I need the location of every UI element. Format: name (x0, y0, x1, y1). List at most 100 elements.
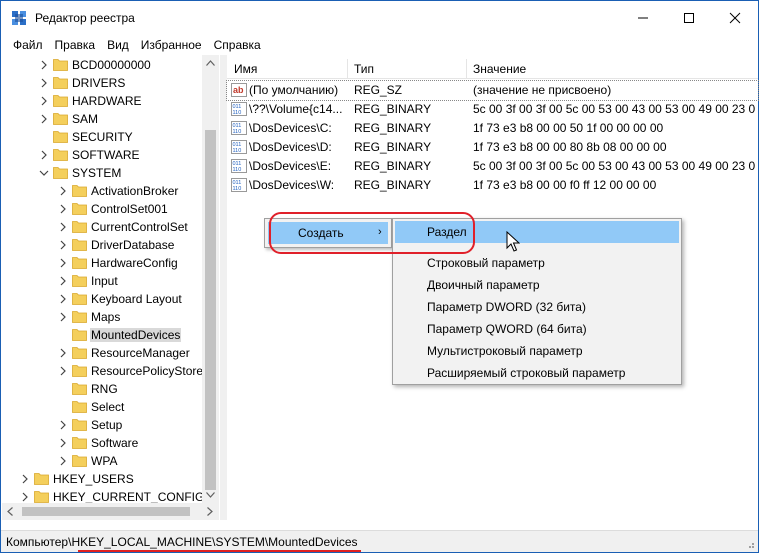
tree-item[interactable]: ResourcePolicyStore (2, 362, 202, 380)
chevron-right-icon[interactable] (58, 275, 68, 287)
submenu-item-label: Двоичный параметр (427, 278, 540, 292)
context-menu-new[interactable]: Создать › (268, 222, 388, 244)
submenu-item[interactable]: Раздел (395, 221, 679, 243)
submenu-item[interactable]: Расширяемый строковый параметр (395, 362, 679, 384)
menu-edit[interactable]: Правка (49, 35, 102, 55)
value-row[interactable]: 011 110 \DosDevices\W: REG_BINARY 1f 73 e3 b… (227, 176, 758, 195)
chevron-right-icon[interactable] (58, 311, 68, 323)
chevron-right-icon[interactable] (58, 419, 68, 431)
tree-item[interactable]: Input (2, 272, 202, 290)
chevron-right-icon[interactable] (58, 365, 68, 377)
folder-icon (72, 221, 87, 233)
scroll-down-arrow-icon[interactable] (206, 492, 215, 498)
chevron-right-icon[interactable] (58, 455, 68, 467)
tree-item[interactable]: ActivationBroker (2, 182, 202, 200)
tree-item[interactable]: WPA (2, 452, 202, 470)
tree-vertical-scrollbar[interactable] (202, 55, 219, 503)
chevron-right-icon[interactable] (58, 293, 68, 305)
chevron-right-icon[interactable] (58, 257, 68, 269)
tree-item[interactable]: Keyboard Layout (2, 290, 202, 308)
annotation-underline (78, 550, 361, 552)
title-bar[interactable]: Редактор реестра (1, 1, 758, 35)
chevron-right-icon[interactable] (39, 95, 49, 107)
submenu-arrow-icon: › (378, 226, 382, 238)
value-row[interactable]: 011 110 \DosDevices\C: REG_BINARY 1f 73 e3 b… (227, 119, 758, 138)
tree-item[interactable]: SECURITY (2, 128, 202, 146)
value-row[interactable]: 011 110 \DosDevices\E: REG_BINARY 5c 00 3f 0… (227, 157, 758, 176)
menu-view[interactable]: Вид (101, 35, 135, 55)
chevron-right-icon[interactable] (39, 149, 49, 161)
tree-item[interactable]: DRIVERS (2, 74, 202, 92)
tree-item[interactable]: ControlSet001 (2, 200, 202, 218)
chevron-right-icon[interactable] (39, 77, 49, 89)
tree-item[interactable]: Maps (2, 308, 202, 326)
scroll-right-arrow-icon[interactable] (207, 507, 213, 516)
submenu-item[interactable]: Параметр QWORD (64 бита) (395, 318, 679, 340)
scroll-up-arrow-icon[interactable] (206, 60, 215, 66)
submenu-item-label: Строковый параметр (427, 256, 545, 270)
column-header-name[interactable]: Имя (234, 62, 257, 76)
folder-icon (53, 167, 68, 179)
tree-item-label: HKEY_CURRENT_CONFIG (53, 490, 202, 504)
status-key-path: HKEY_LOCAL_MACHINE\SYSTEM\MountedDevices (71, 535, 358, 549)
tree-item[interactable]: Setup (2, 416, 202, 434)
submenu-item[interactable]: Мультистроковый параметр (395, 340, 679, 362)
tree-item[interactable]: HKEY_USERS (2, 470, 202, 488)
registry-tree[interactable]: BCD00000000 DRIVERS HARDWARE SAM SECURITY SOF… (2, 55, 202, 520)
pane-splitter[interactable] (220, 55, 227, 520)
tree-item[interactable]: HardwareConfig (2, 254, 202, 272)
column-header-value[interactable]: Значение (473, 62, 526, 76)
tree-item[interactable]: SYSTEM (2, 164, 202, 182)
tree-item[interactable]: SOFTWARE (2, 146, 202, 164)
column-header-type[interactable]: Тип (354, 62, 374, 76)
minimize-button[interactable] (620, 1, 666, 35)
value-type: REG_BINARY (354, 121, 432, 135)
chevron-right-icon[interactable] (58, 221, 68, 233)
tree-horizontal-scroll-thumb[interactable] (22, 507, 190, 516)
column-divider[interactable] (466, 59, 467, 79)
maximize-button[interactable] (666, 1, 712, 35)
tree-item[interactable]: BCD00000000 (2, 56, 202, 74)
tree-item[interactable]: ResourceManager (2, 344, 202, 362)
chevron-down-icon[interactable] (39, 167, 49, 179)
value-row[interactable]: 011 110 \??\Volume{c14... REG_BINARY 5c 00 3… (227, 100, 758, 119)
menu-file[interactable]: Файл (7, 35, 49, 55)
submenu-item-label: Расширяемый строковый параметр (427, 366, 626, 380)
tree-item[interactable]: SAM (2, 110, 202, 128)
tree-item[interactable]: Software (2, 434, 202, 452)
tree-item-label: BCD00000000 (72, 58, 151, 72)
chevron-right-icon[interactable] (58, 437, 68, 449)
tree-item[interactable]: RNG (2, 380, 202, 398)
submenu-item-label: Параметр DWORD (32 бита) (427, 300, 586, 314)
resize-grip-icon[interactable] (745, 539, 755, 549)
tree-item-label: MountedDevices (90, 328, 182, 342)
tree-item[interactable]: CurrentControlSet (2, 218, 202, 236)
value-row[interactable]: 011 110 \DosDevices\D: REG_BINARY 1f 73 e3 b… (227, 138, 758, 157)
chevron-right-icon[interactable] (58, 203, 68, 215)
submenu-item[interactable]: Строковый параметр (395, 252, 679, 274)
tree-item[interactable]: MountedDevices (2, 326, 202, 344)
column-divider[interactable] (347, 59, 348, 79)
chevron-right-icon[interactable] (58, 239, 68, 251)
chevron-right-icon[interactable] (39, 59, 49, 71)
submenu-item[interactable]: Параметр DWORD (32 бита) (395, 296, 679, 318)
scroll-left-arrow-icon[interactable] (7, 507, 13, 516)
binary-value-icon: 011110 (231, 159, 247, 173)
tree-item[interactable]: DriverDatabase (2, 236, 202, 254)
chevron-right-icon[interactable] (58, 185, 68, 197)
folder-icon (53, 113, 68, 125)
menu-help[interactable]: Справка (208, 35, 267, 55)
tree-vertical-scroll-thumb[interactable] (205, 130, 216, 490)
chevron-right-icon[interactable] (58, 347, 68, 359)
chevron-right-icon[interactable] (20, 491, 30, 503)
menu-favorites[interactable]: Избранное (135, 35, 208, 55)
tree-item[interactable]: HARDWARE (2, 92, 202, 110)
chevron-right-icon[interactable] (39, 113, 49, 125)
close-button[interactable] (712, 1, 758, 35)
tree-item[interactable]: Select (2, 398, 202, 416)
value-row[interactable]: ab (По умолчанию) REG_SZ (значение не присв… (226, 80, 759, 101)
chevron-right-icon[interactable] (20, 473, 30, 485)
submenu-item[interactable]: Двоичный параметр (395, 274, 679, 296)
tree-horizontal-scrollbar[interactable] (2, 503, 219, 520)
tree-item-label: Maps (91, 310, 121, 324)
